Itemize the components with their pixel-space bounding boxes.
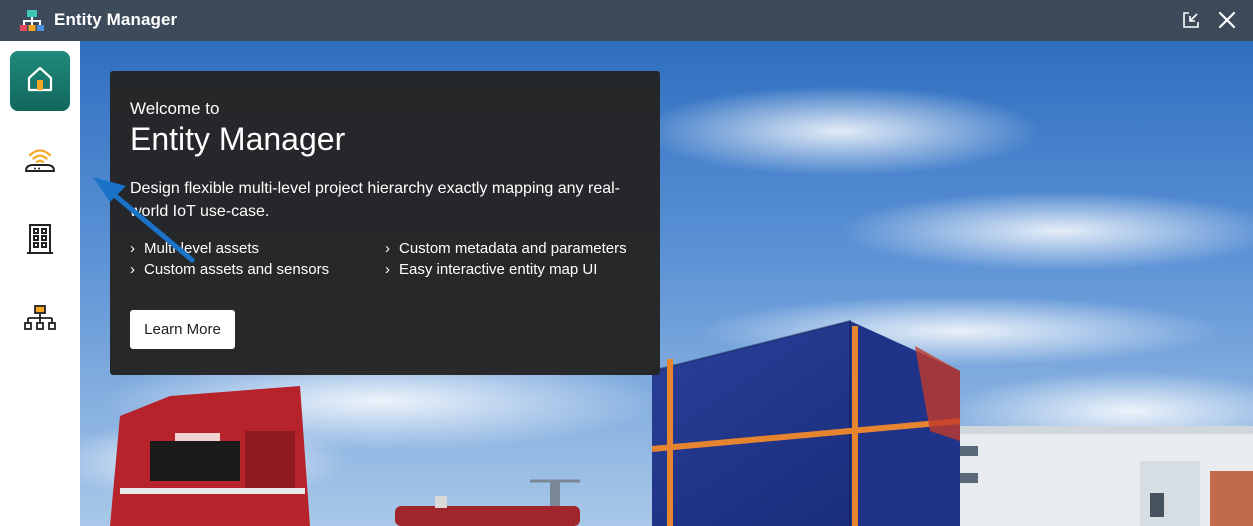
sidebar-item-home[interactable] — [10, 51, 70, 111]
sidebar-item-assets[interactable] — [10, 211, 70, 271]
welcome-title: Entity Manager — [130, 121, 346, 157]
sidebar — [0, 41, 80, 526]
sidebar-item-hierarchy[interactable] — [10, 291, 70, 351]
sidebar-item-sensors[interactable] — [10, 132, 70, 192]
welcome-description: Design flexible multi-level project hier… — [130, 180, 620, 220]
chevron-right-icon: › — [130, 240, 135, 257]
hierarchy-icon — [24, 304, 56, 339]
feature-item: › Multi-level assets — [130, 240, 260, 257]
hierarchy-icon — [20, 9, 44, 33]
welcome-card: Welcome to Entity Manager Design flexibl… — [110, 71, 660, 375]
welcome-pre-title: Welcome to — [130, 99, 220, 118]
title-bar: Entity Manager — [0, 0, 1253, 41]
home-icon — [25, 64, 55, 99]
building-icon — [25, 223, 55, 260]
chevron-right-icon: › — [385, 261, 390, 278]
chevron-right-icon: › — [385, 240, 390, 257]
app-title: Entity Manager — [54, 10, 178, 29]
chevron-right-icon: › — [130, 261, 135, 278]
close-icon[interactable] — [1218, 11, 1236, 29]
feature-item: › Custom metadata and parameters — [385, 240, 627, 257]
wireless-gateway-icon — [23, 145, 57, 180]
restore-window-icon[interactable] — [1182, 11, 1200, 29]
feature-item: › Custom assets and sensors — [130, 261, 330, 278]
learn-more-button[interactable]: Learn More — [130, 310, 235, 349]
feature-item: › Easy interactive entity map UI — [385, 261, 598, 278]
